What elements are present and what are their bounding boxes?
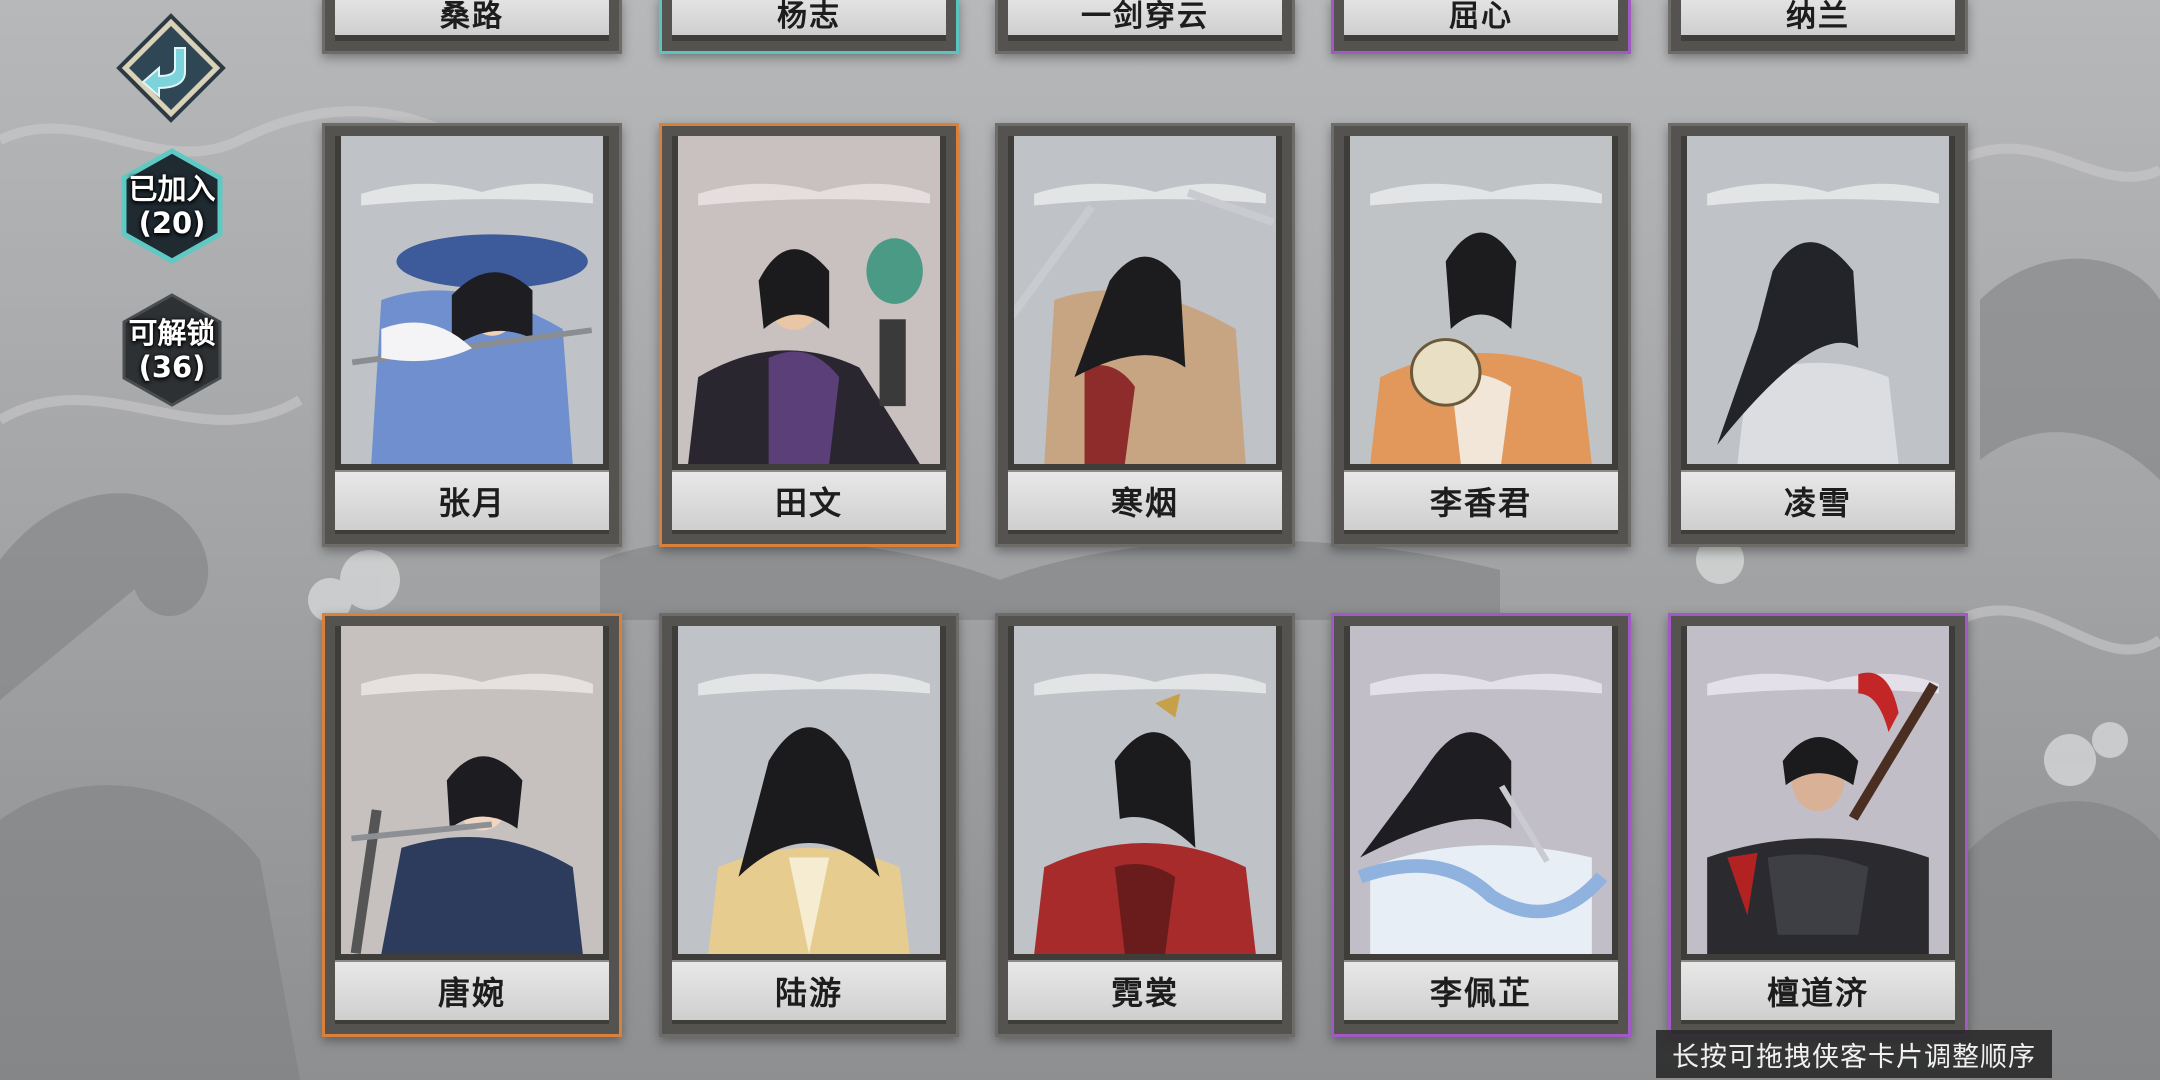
hero-name: 唐婉: [335, 960, 609, 1020]
hero-card[interactable]: 陆游: [659, 613, 959, 1037]
hero-card[interactable]: 寒烟: [995, 123, 1295, 547]
hero-card[interactable]: 田文: [659, 123, 959, 547]
hero-portrait: [1014, 626, 1276, 954]
hero-name: 屈心: [1344, 0, 1618, 35]
hero-card[interactable]: 一剑穿云: [995, 0, 1295, 54]
hero-card[interactable]: 纳兰: [1668, 0, 1968, 54]
hero-name: 纳兰: [1681, 0, 1955, 35]
hero-card[interactable]: 檀道济: [1668, 613, 1968, 1037]
hero-card[interactable]: 桑路: [322, 0, 622, 54]
unlockable-label: 可解锁: [128, 316, 216, 350]
hero-name: 一剑穿云: [1008, 0, 1282, 35]
unlockable-count: (36): [138, 350, 206, 384]
hero-name: 寒烟: [1008, 470, 1282, 530]
joined-filter-button[interactable]: 已加入 (20): [120, 148, 224, 264]
hero-name: 檀道济: [1681, 960, 1955, 1020]
hero-card[interactable]: 霓裳: [995, 613, 1295, 1037]
hero-portrait: [1687, 136, 1949, 464]
hero-portrait: [341, 626, 603, 954]
hero-name: 霓裳: [1008, 960, 1282, 1020]
hero-card[interactable]: 屈心: [1331, 0, 1631, 54]
hero-card[interactable]: 张月: [322, 123, 622, 547]
hero-portrait: [1687, 626, 1949, 954]
hero-card[interactable]: 李香君: [1331, 123, 1631, 547]
hero-portrait: [1014, 136, 1276, 464]
hero-card[interactable]: 杨志: [659, 0, 959, 54]
joined-label: 已加入: [128, 172, 216, 206]
joined-count: (20): [138, 206, 206, 240]
hero-name: 张月: [335, 470, 609, 530]
back-arrow-icon: [116, 13, 226, 123]
hero-name: 李佩芷: [1344, 960, 1618, 1020]
hero-name: 李香君: [1344, 470, 1618, 530]
hero-name: 凌雪: [1681, 470, 1955, 530]
hero-portrait: [1350, 626, 1612, 954]
hero-card[interactable]: 李佩芷: [1331, 613, 1631, 1037]
unlockable-filter-button[interactable]: 可解锁 (36): [120, 292, 224, 408]
back-button[interactable]: [115, 12, 227, 124]
hero-card[interactable]: 凌雪: [1668, 123, 1968, 547]
hero-name: 陆游: [672, 960, 946, 1020]
hero-name: 桑路: [335, 0, 609, 35]
hero-portrait: [1350, 136, 1612, 464]
hero-portrait: [341, 136, 603, 464]
hero-portrait: [678, 136, 940, 464]
hero-portrait: [678, 626, 940, 954]
drag-hint: 长按可拖拽侠客卡片调整顺序: [1656, 1030, 2052, 1078]
hero-card[interactable]: 唐婉: [322, 613, 622, 1037]
hero-name: 杨志: [672, 0, 946, 35]
hero-name: 田文: [672, 470, 946, 530]
